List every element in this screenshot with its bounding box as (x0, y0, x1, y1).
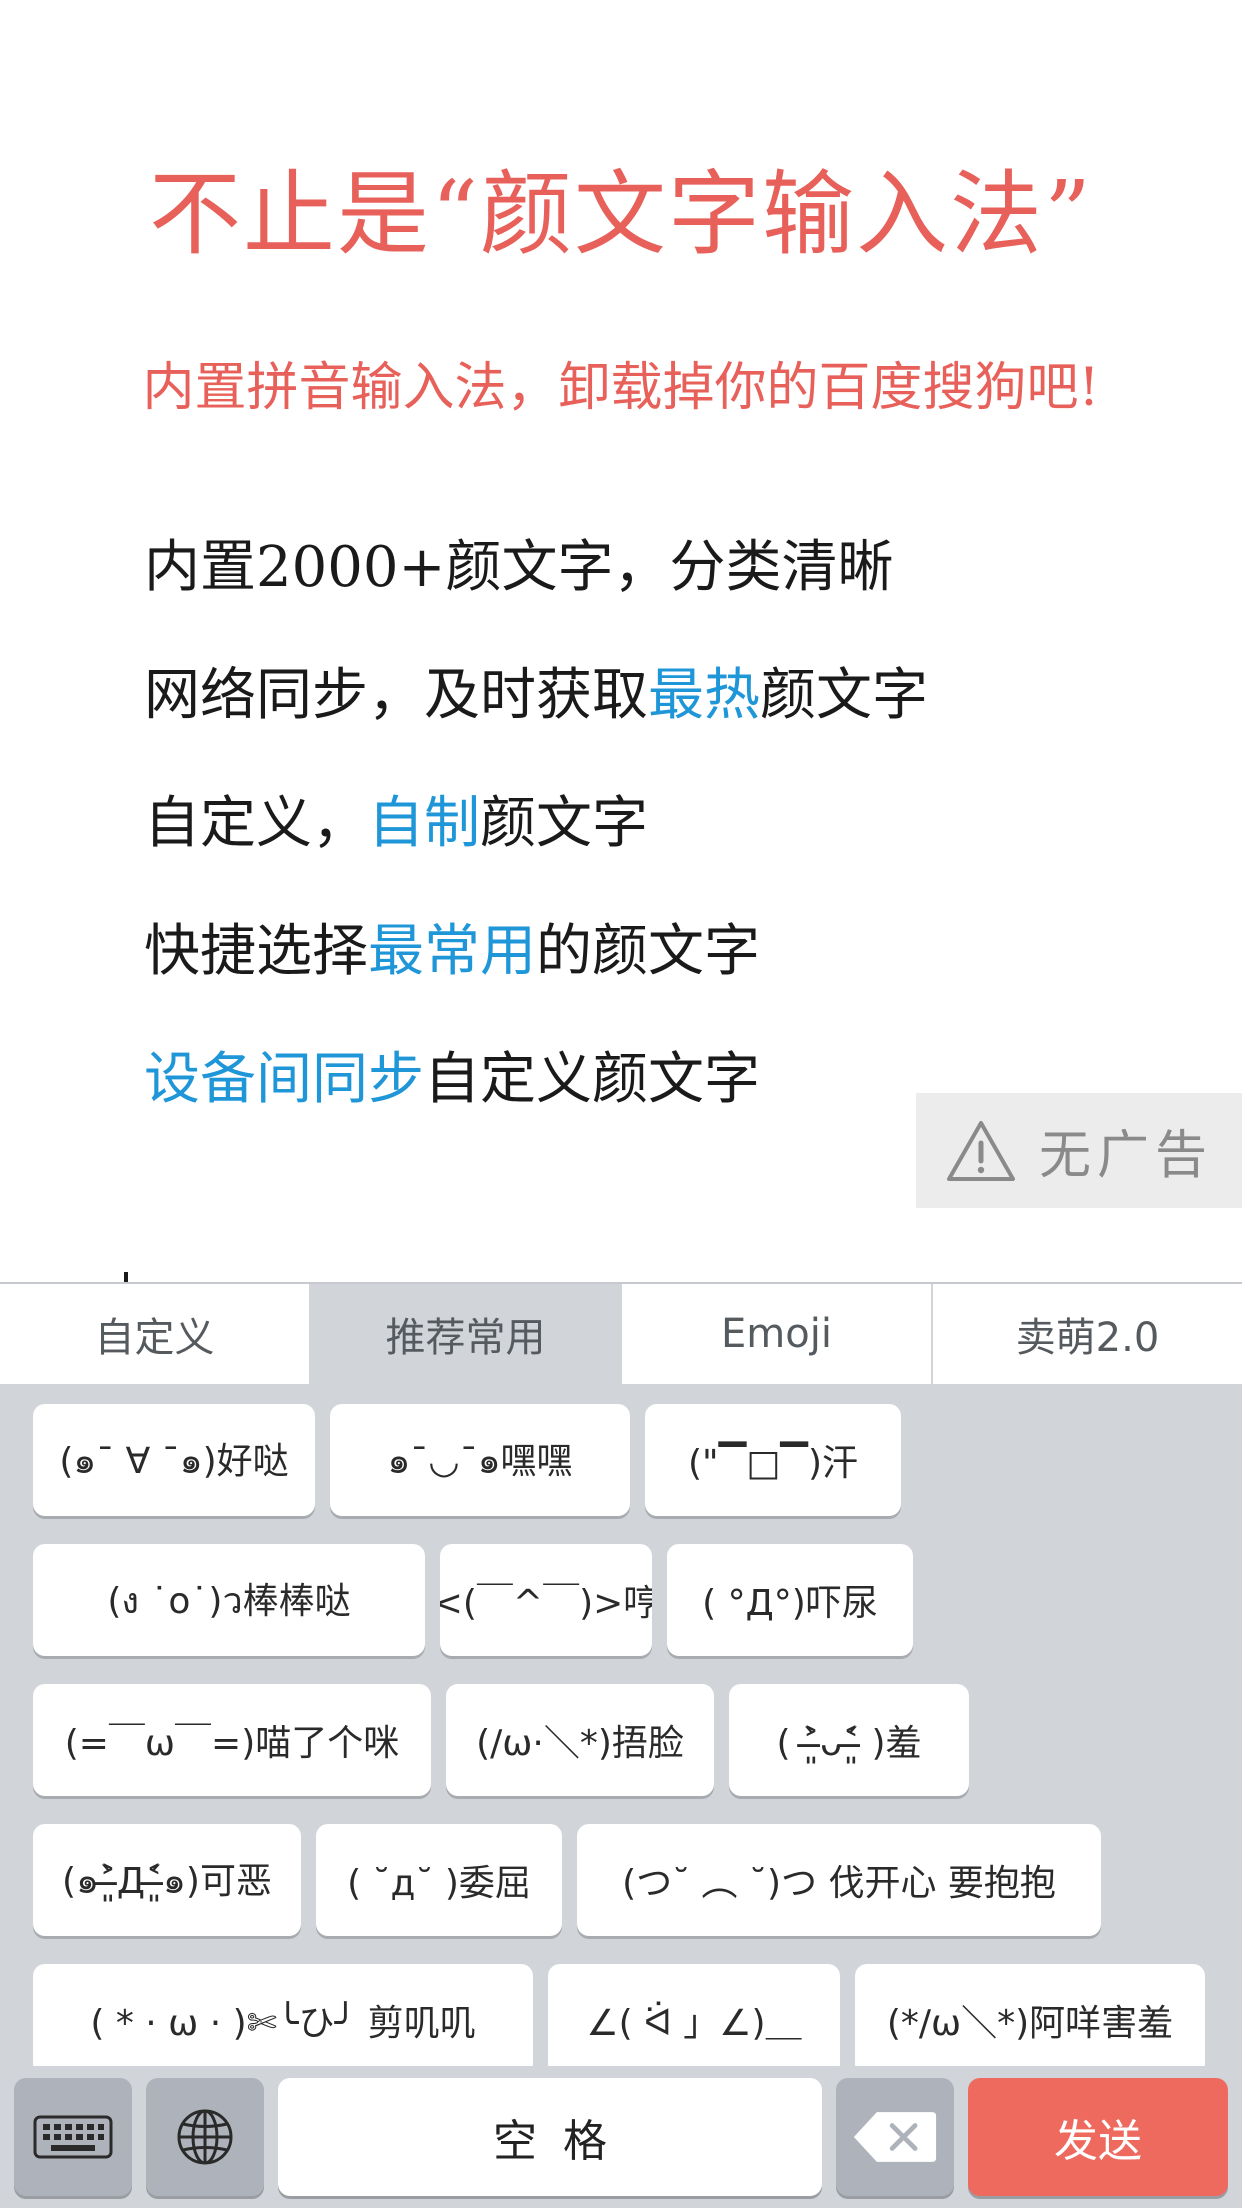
warning-triangle-icon (946, 1120, 1015, 1181)
tab-cute[interactable]: 卖萌2.0 (933, 1284, 1242, 1384)
emoticon-key[interactable]: ( ˘д˘ )委屈 (316, 1824, 562, 1936)
emoticon-key[interactable]: (/ω·＼*)捂脸 (446, 1684, 714, 1796)
feature-text: 内置2000+颜文字，分类清晰 (144, 535, 894, 600)
headline: 不止是“颜文字输入法” (148, 161, 1094, 268)
tab-recommended[interactable]: 推荐常用 (311, 1284, 622, 1384)
emoticon-key[interactable]: (๑˃̶͈̀Д˂̶͈́๑)可恶 (33, 1824, 301, 1936)
feature-item: 内置2000+颜文字，分类清晰 (144, 528, 928, 656)
emoticon-key[interactable]: (*/ω＼*)阿咩害羞 (855, 1964, 1205, 2066)
feature-text: 自定义颜文字 (424, 1047, 760, 1112)
keyboard-icon (33, 2115, 113, 2159)
emoticon-key[interactable]: (=￣ω￣=)喵了个咪 (33, 1684, 431, 1796)
emoticon-key[interactable]: (๑¯ ∀ ¯๑)好哒 (33, 1404, 315, 1516)
feature-item: 网络同步，及时获取最热颜文字 (144, 656, 928, 784)
globe-icon (177, 2109, 233, 2165)
tab-emoji[interactable]: Emoji (622, 1284, 933, 1384)
send-button[interactable]: 发送 (968, 2078, 1228, 2196)
no-ads-label: 无广告 (1038, 1126, 1213, 1186)
emoticon-keyboard: 自定义 推荐常用 Emoji 卖萌2.0 (๑¯ ∀ ¯๑)好哒 ๑¯◡¯๑嘿嘿… (0, 1282, 1242, 2208)
feature-item: 自定义，自制颜文字 (144, 784, 928, 912)
no-ads-badge: 无广告 (916, 1093, 1242, 1208)
feature-item: 快捷选择最常用的颜文字 (144, 912, 928, 1040)
feature-text: 颜文字 (760, 663, 928, 728)
space-key[interactable]: 空格 (278, 2078, 822, 2196)
feature-highlight: 最热 (648, 663, 760, 728)
keyboard-bottom-bar: 空格 发送 (0, 2068, 1242, 2208)
space-label: 空格 (493, 2116, 633, 2167)
emoticon-key[interactable]: ∠( ᐛ 」∠)＿ (548, 1964, 840, 2066)
feature-text: 快捷选择 (144, 919, 368, 984)
emoticon-grid[interactable]: (๑¯ ∀ ¯๑)好哒 ๑¯◡¯๑嘿嘿 ("▔□▔)汗 (ง ˙o˙)ว棒棒哒 … (0, 1384, 1242, 2066)
emoticon-key[interactable]: (ง ˙o˙)ว棒棒哒 (33, 1544, 425, 1656)
emoticon-key[interactable]: ( ˃̶͈̀ᴗ˂̶͈́ )羞 (729, 1684, 969, 1796)
subheadline: 内置拼音输入法，卸载掉你的百度搜狗吧! (142, 358, 1100, 418)
feature-text: 自定义， (144, 791, 368, 856)
emoticon-key[interactable]: ( °Д°)吓尿 (667, 1544, 913, 1656)
feature-list: 内置2000+颜文字，分类清晰 网络同步，及时获取最热颜文字 自定义，自制颜文字… (144, 528, 928, 1168)
emoticon-key[interactable]: ๑¯◡¯๑嘿嘿 (330, 1404, 630, 1516)
globe-button[interactable] (146, 2078, 264, 2196)
tab-custom[interactable]: 自定义 (0, 1284, 311, 1384)
feature-highlight: 最常用 (368, 919, 536, 984)
emoticon-key[interactable]: <(￣^￣)>哼 (440, 1544, 652, 1656)
feature-text: 的颜文字 (536, 919, 760, 984)
emoticon-key[interactable]: ( * · ω · )✄╰ひ╯ 剪叽叽 (33, 1964, 533, 2066)
feature-highlight: 设备间同步 (144, 1047, 424, 1112)
feature-text: 颜文字 (480, 791, 648, 856)
feature-highlight: 自制 (368, 791, 480, 856)
backspace-icon (853, 2112, 937, 2162)
feature-item: 设备间同步自定义颜文字 (144, 1040, 928, 1168)
delete-key[interactable] (836, 2078, 954, 2196)
category-tabs: 自定义 推荐常用 Emoji 卖萌2.0 (0, 1282, 1242, 1384)
emoticon-key[interactable]: (つ˘ ︵ ˘)つ 伐开心 要抱抱 (577, 1824, 1101, 1936)
promo-panel: 不止是“颜文字输入法” 内置拼音输入法，卸载掉你的百度搜狗吧! 内置2000+颜… (0, 0, 1242, 1208)
feature-text: 网络同步，及时获取 (144, 663, 648, 728)
emoticon-key[interactable]: ("▔□▔)汗 (645, 1404, 901, 1516)
keyboard-switch-button[interactable] (14, 2078, 132, 2196)
